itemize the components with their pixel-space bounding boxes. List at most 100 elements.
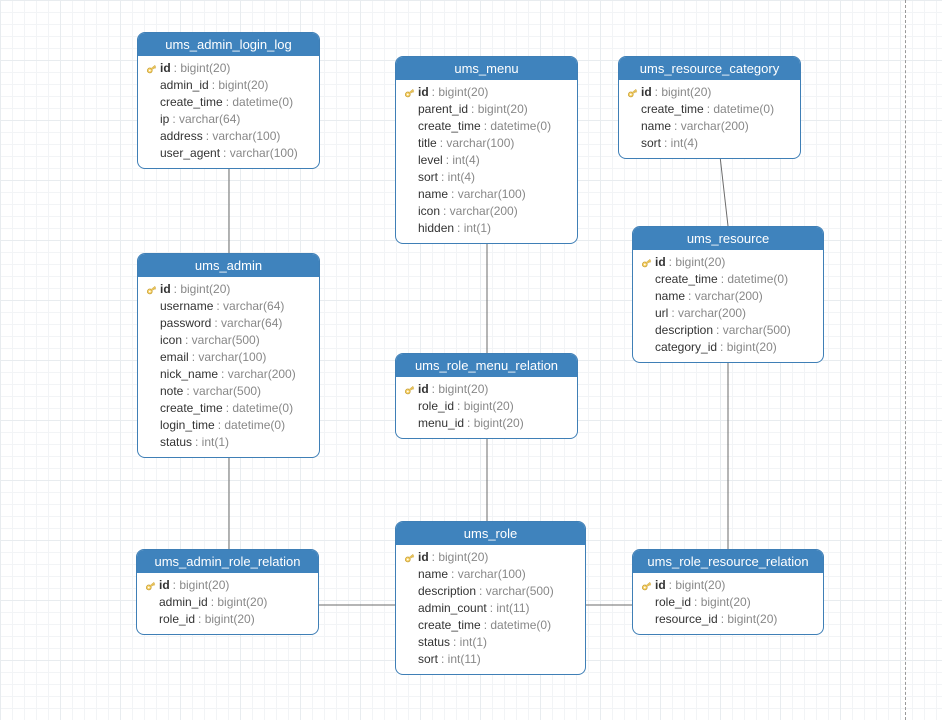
table-ums_admin_login_log[interactable]: ums_admin_login_log id: bigint(20)admin_i… [137,32,320,169]
table-title[interactable]: ums_role_menu_relation [396,354,577,377]
primary-key-icon [639,257,653,269]
column-row[interactable]: role_id: bigint(20) [143,611,312,628]
column-row[interactable]: nick_name: varchar(200) [144,366,313,383]
column-row[interactable]: id: bigint(20) [402,381,571,398]
table-columns: id: bigint(20)create_time: datetime(0)na… [619,80,800,158]
key-slot-empty [402,121,416,133]
column-row[interactable]: create_time: datetime(0) [402,617,579,634]
column-row[interactable]: status: int(1) [402,634,579,651]
column-row[interactable]: admin_id: bigint(20) [144,77,313,94]
table-ums_resource_category[interactable]: ums_resource_categoryid: bigint(20)creat… [618,56,801,159]
key-slot-empty [402,637,416,649]
column-row[interactable]: id: bigint(20) [625,84,794,101]
table-ums_menu[interactable]: ums_menu id: bigint(20)parent_id: bigint(… [395,56,578,244]
column-type: : int(4) [446,153,480,168]
table-title[interactable]: ums_role_resource_relation [633,550,823,573]
table-title[interactable]: ums_admin_login_log [138,33,319,56]
column-type: : bigint(20) [720,340,777,355]
column-row[interactable]: title: varchar(100) [402,135,571,152]
column-row[interactable]: id: bigint(20) [639,254,817,271]
column-row[interactable]: name: varchar(100) [402,186,571,203]
column-row[interactable]: name: varchar(200) [625,118,794,135]
column-row[interactable]: description: varchar(500) [402,583,579,600]
table-columns: id: bigint(20)role_id: bigint(20)menu_id… [396,377,577,438]
column-row[interactable]: sort: int(4) [402,169,571,186]
column-row[interactable]: icon: varchar(500) [144,332,313,349]
column-row[interactable]: category_id: bigint(20) [639,339,817,356]
key-slot-empty [625,121,639,133]
table-ums_role_resource_relation[interactable]: ums_role_resource_relation id: bigint(20)… [632,549,824,635]
key-slot-empty [639,597,653,609]
column-row[interactable]: ip: varchar(64) [144,111,313,128]
column-name: create_time [418,119,481,134]
column-row[interactable]: level: int(4) [402,152,571,169]
column-type: : datetime(0) [707,102,774,117]
column-name: status [418,635,450,650]
column-name: menu_id [418,416,464,431]
table-ums_role[interactable]: ums_role id: bigint(20)name: varchar(100)… [395,521,586,675]
column-type: : datetime(0) [484,618,551,633]
key-slot-empty [144,386,158,398]
column-row[interactable]: address: varchar(100) [144,128,313,145]
column-name: id [160,282,171,297]
column-row[interactable]: create_time: datetime(0) [144,94,313,111]
column-row[interactable]: id: bigint(20) [144,281,313,298]
column-row[interactable]: status: int(1) [144,434,313,451]
column-row[interactable]: resource_id: bigint(20) [639,611,817,628]
column-row[interactable]: id: bigint(20) [639,577,817,594]
column-row[interactable]: create_time: datetime(0) [402,118,571,135]
column-name: user_agent [160,146,220,161]
table-ums_admin[interactable]: ums_admin id: bigint(20)username: varchar… [137,253,320,458]
column-row[interactable]: role_id: bigint(20) [402,398,571,415]
table-ums_role_menu_relation[interactable]: ums_role_menu_relationid: bigint(20)role… [395,353,578,439]
column-row[interactable]: sort: int(4) [625,135,794,152]
column-row[interactable]: admin_id: bigint(20) [143,594,312,611]
column-row[interactable]: name: varchar(200) [639,288,817,305]
table-title[interactable]: ums_menu [396,57,577,80]
column-row[interactable]: user_agent: varchar(100) [144,145,313,162]
column-name: name [418,567,448,582]
column-row[interactable]: email: varchar(100) [144,349,313,366]
table-ums_resource[interactable]: ums_resourceid: bigint(20)create_time: d… [632,226,824,363]
table-columns: id: bigint(20)admin_id: bigint(20)role_i… [137,573,318,634]
column-type: : datetime(0) [226,95,293,110]
column-row[interactable]: url: varchar(200) [639,305,817,322]
table-title[interactable]: ums_role [396,522,585,545]
key-slot-empty [144,369,158,381]
column-row[interactable]: id: bigint(20) [143,577,312,594]
table-title[interactable]: ums_admin [138,254,319,277]
column-row[interactable]: icon: varchar(200) [402,203,571,220]
column-row[interactable]: login_time: datetime(0) [144,417,313,434]
column-row[interactable]: create_time: datetime(0) [144,400,313,417]
table-columns: id: bigint(20)create_time: datetime(0)na… [633,250,823,362]
column-row[interactable]: password: varchar(64) [144,315,313,332]
column-row[interactable]: hidden: int(1) [402,220,571,237]
column-name: nick_name [160,367,218,382]
column-row[interactable]: id: bigint(20) [402,84,571,101]
column-row[interactable]: id: bigint(20) [402,549,579,566]
column-type: : varchar(100) [440,136,515,151]
column-type: : bigint(20) [457,399,514,414]
column-type: : varchar(500) [479,584,554,599]
column-row[interactable]: create_time: datetime(0) [625,101,794,118]
column-row[interactable]: create_time: datetime(0) [639,271,817,288]
column-row[interactable]: note: varchar(500) [144,383,313,400]
primary-key-icon [639,580,653,592]
column-type: : bigint(20) [174,61,231,76]
table-ums_admin_role_relation[interactable]: ums_admin_role_relationid: bigint(20)adm… [136,549,319,635]
column-row[interactable]: description: varchar(500) [639,322,817,339]
column-row[interactable]: username: varchar(64) [144,298,313,315]
column-row[interactable]: parent_id: bigint(20) [402,101,571,118]
page-boundary [905,0,906,720]
column-row[interactable]: admin_count: int(11) [402,600,579,617]
column-row[interactable]: role_id: bigint(20) [639,594,817,611]
column-row[interactable]: id: bigint(20) [144,60,313,77]
column-name: title [418,136,437,151]
column-row[interactable]: sort: int(11) [402,651,579,668]
column-row[interactable]: menu_id: bigint(20) [402,415,571,432]
column-row[interactable]: name: varchar(100) [402,566,579,583]
key-slot-empty [625,138,639,150]
table-title[interactable]: ums_resource_category [619,57,800,80]
table-title[interactable]: ums_admin_role_relation [137,550,318,573]
table-title[interactable]: ums_resource [633,227,823,250]
